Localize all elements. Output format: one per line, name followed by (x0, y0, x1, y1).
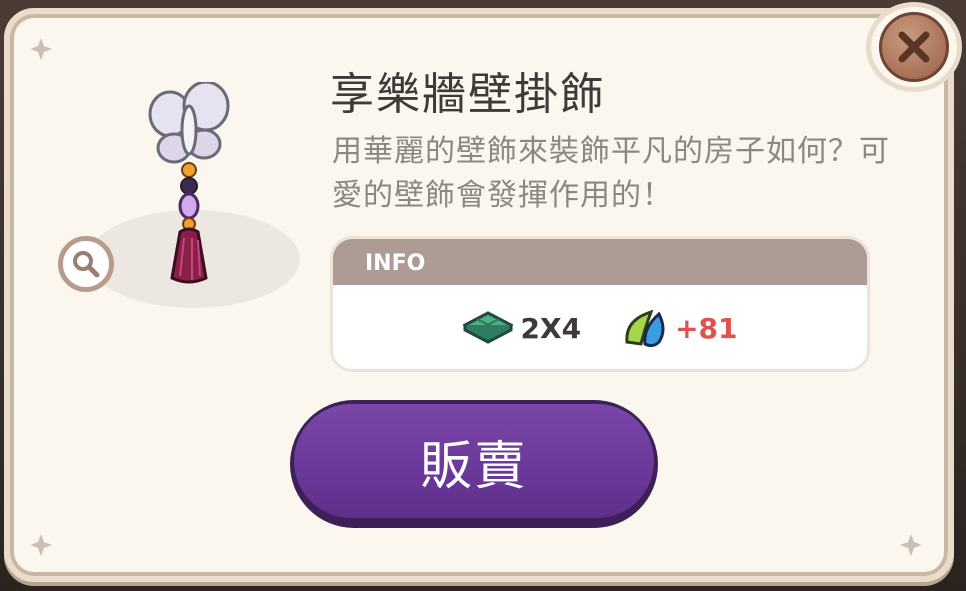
sell-button-label: 販賣 (294, 404, 654, 518)
corner-ornament-icon (900, 534, 922, 556)
info-stats: 2X4 +81 (333, 297, 867, 359)
info-panel: INFO 2X4 +81 (330, 236, 870, 372)
item-title: 享樂牆壁掛飾 (330, 69, 606, 120)
sell-button[interactable]: 販賣 (290, 400, 658, 528)
wall-ornament-item-icon (148, 82, 230, 284)
zoom-button[interactable] (58, 236, 114, 292)
item-description: 用華麗的壁飾來裝飾平凡的房子如何？可愛的壁飾會發揮作用的！ (332, 134, 890, 213)
bonus-stat: +81 (621, 308, 738, 348)
magnifier-icon (73, 251, 100, 278)
leaf-drop-icon (625, 309, 665, 348)
size-value: 2X4 (520, 311, 582, 345)
info-header: INFO (333, 239, 867, 285)
close-button[interactable] (866, 2, 962, 92)
bonus-value: +81 (675, 311, 738, 345)
close-icon (879, 12, 949, 82)
floor-tile-icon (462, 311, 513, 344)
size-stat: 2X4 (462, 311, 582, 345)
corner-ornament-icon (30, 534, 52, 556)
corner-ornament-icon (30, 38, 52, 60)
